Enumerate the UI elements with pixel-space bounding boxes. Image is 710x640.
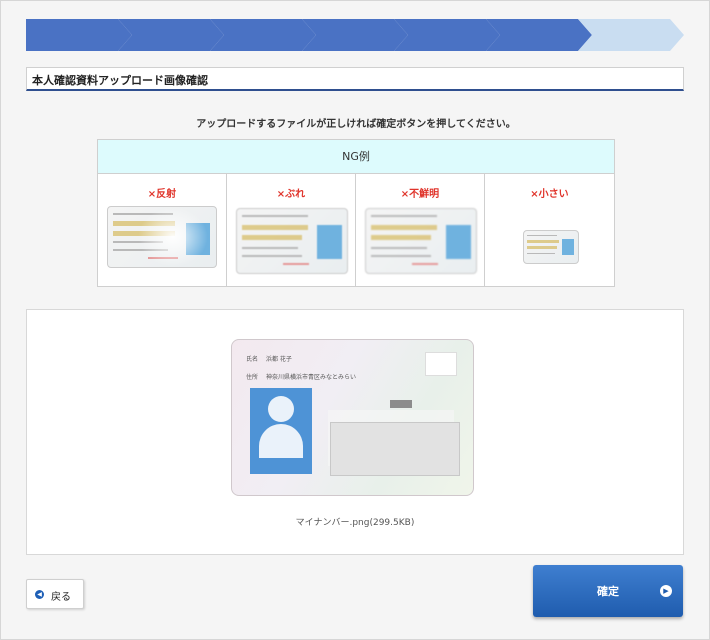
id-card-blur-icon: [236, 208, 348, 274]
uploaded-file-name: マイナンバー.png(299.5KB): [295, 518, 415, 528]
confirm-button[interactable]: 確定 ▶: [533, 565, 683, 617]
ng-example-label: ×反射: [147, 189, 177, 200]
card-name-value: 浜都 花子: [266, 356, 292, 363]
ng-example-small: ×小さい: [485, 174, 614, 286]
progress-step-2: [118, 19, 224, 51]
ng-example-blur: ×ぶれ: [227, 174, 356, 286]
person-silhouette-icon: [268, 396, 294, 422]
chevron-right-icon: ▶: [660, 585, 672, 597]
page-title: 本人確認資料アップロード画像確認: [32, 74, 208, 87]
back-button[interactable]: ◀ 戻る: [26, 579, 84, 609]
ng-example-label: ×小さい: [530, 189, 569, 200]
progress-step-3: [210, 19, 316, 51]
card-address-value: 神奈川県横浜市青区みなとみらい: [266, 374, 357, 381]
back-button-label: 戻る: [51, 592, 71, 603]
card-name-label: 氏名: [246, 356, 259, 363]
id-card-unclear-icon: [365, 208, 477, 274]
id-card-glare-icon: [107, 206, 217, 268]
progress-step-5: [394, 19, 500, 51]
ng-example-unclear: ×不鮮明: [356, 174, 485, 286]
progress-step-6: [486, 19, 592, 51]
card-stamp-box: [425, 352, 457, 376]
ng-examples-header: NG例: [98, 140, 614, 174]
uploaded-id-card-image: 氏名 浜都 花子 住所 神奈川県横浜市青区みなとみらい: [231, 339, 474, 496]
progress-step-4: [302, 19, 408, 51]
chevron-left-icon: ◀: [35, 590, 44, 599]
ng-example-label: ×不鮮明: [400, 189, 440, 200]
progress-bar: [26, 19, 686, 51]
ng-example-label: ×ぶれ: [276, 189, 306, 200]
upload-preview-panel: 氏名 浜都 花子 住所 神奈川県横浜市青区みなとみらい マイナンバー.png(2…: [26, 309, 684, 555]
ng-examples-table: NG例 ×反射 ×ぶれ ×不鮮明 ×小さい: [97, 139, 615, 287]
card-redacted-area: [330, 422, 460, 476]
progress-step-7: [578, 19, 684, 51]
id-card-small-icon: [523, 230, 579, 264]
ng-example-glare: ×反射: [98, 174, 227, 286]
instruction-text: アップロードするファイルが正しければ確定ボタンを押してください。: [196, 119, 516, 130]
page-frame: 本人確認資料アップロード画像確認 アップロードするファイルが正しければ確定ボタン…: [0, 0, 710, 640]
page-title-box: 本人確認資料アップロード画像確認: [26, 67, 684, 91]
progress-step-1: [26, 19, 132, 51]
card-address-label: 住所: [246, 374, 259, 381]
